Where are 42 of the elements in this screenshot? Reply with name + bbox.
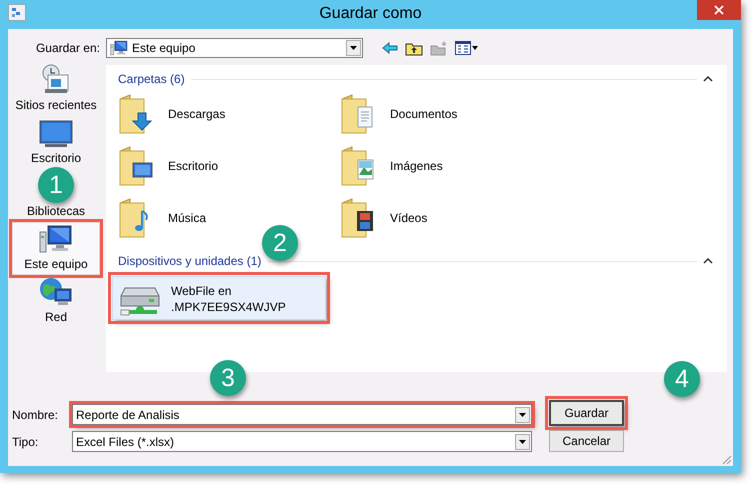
sidebar-item[interactable]: Bibliotecas <box>12 202 100 222</box>
name-dropdown-icon[interactable] <box>515 406 530 422</box>
folder-item[interactable]: Documentos <box>340 93 562 135</box>
monitor-icon <box>39 120 73 148</box>
window-title: Guardar como <box>319 5 422 22</box>
close-icon <box>714 5 724 15</box>
folder-item[interactable]: Vídeos <box>340 197 562 239</box>
new-folder-icon[interactable] <box>430 40 448 56</box>
drive-path: .MPK7EE9SX4WJVP <box>171 300 286 314</box>
group-header[interactable]: Dispositivos y unidades (1) <box>118 254 262 268</box>
collapse-chevron-icon[interactable] <box>703 76 713 82</box>
location-computer-icon <box>110 40 128 56</box>
app-icon <box>8 4 26 21</box>
name-label: Nombre: <box>12 408 60 422</box>
file-name-field[interactable]: Reporte de Analisis <box>72 404 532 425</box>
folder-item[interactable]: Descargas <box>118 93 340 135</box>
location-dropdown[interactable]: Este equipo <box>106 38 363 58</box>
type-dropdown-icon[interactable] <box>515 434 530 450</box>
up-folder-icon[interactable] <box>405 40 423 56</box>
back-arrow-icon[interactable] <box>382 42 398 54</box>
save-in-label: Guardar en: <box>34 41 101 55</box>
view-menu-icon[interactable] <box>455 41 479 55</box>
folder-item[interactable]: Escritorio <box>118 145 340 187</box>
type-label: Tipo: <box>12 434 40 448</box>
close-button[interactable] <box>697 0 741 20</box>
sidebar-item[interactable]: Este equipo <box>12 222 100 275</box>
sidebar-item[interactable]: Escritorio <box>12 118 100 169</box>
videos-folder-icon <box>340 197 376 239</box>
folder-item[interactable]: Imágenes <box>340 145 562 187</box>
file-type-dropdown[interactable]: Excel Files (*.xlsx) <box>72 431 532 452</box>
sidebar-item[interactable]: Sitios recientes <box>12 61 100 116</box>
computer-icon <box>39 224 73 254</box>
pictures-folder-icon <box>340 145 376 187</box>
network-globe-icon <box>39 277 73 307</box>
resize-grip-icon[interactable] <box>722 455 732 465</box>
sidebar-item[interactable]: Red <box>12 275 100 328</box>
download-folder-icon <box>118 93 154 135</box>
drive-name: WebFile en <box>171 284 232 298</box>
group-header[interactable]: Carpetas (6) <box>118 72 185 86</box>
cancel-button[interactable]: Cancelar <box>549 430 624 452</box>
desktop-folder-icon <box>118 145 154 187</box>
collapse-chevron-icon[interactable] <box>703 258 713 264</box>
